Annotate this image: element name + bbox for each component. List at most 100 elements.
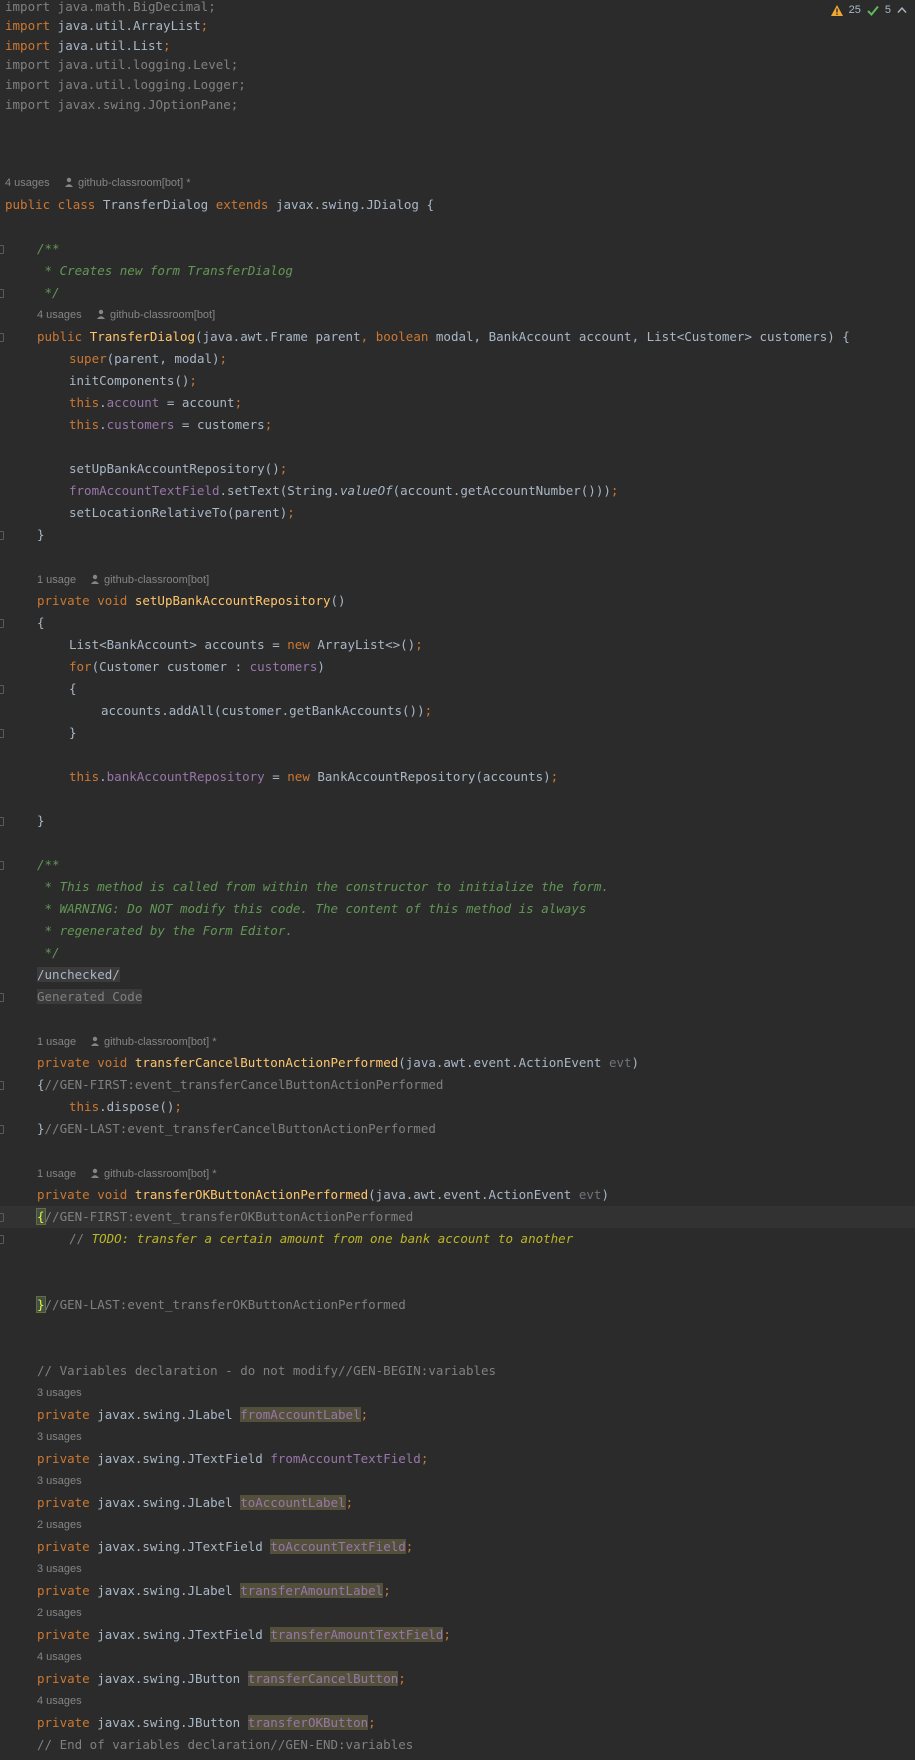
code-line[interactable]: import java.util.logging.Level; [0,54,915,76]
code-line[interactable]: { [0,678,915,700]
code-token: /** [37,857,60,872]
code-line[interactable]: this.customers = customers; [0,414,915,436]
code-line[interactable]: }//GEN-LAST:event_transferOKButtonAction… [0,1294,915,1316]
code-token: ; [360,1407,369,1422]
code-line[interactable]: private javax.swing.JButton transferCanc… [0,1668,915,1690]
code-line[interactable]: this.account = account; [0,392,915,414]
code-line[interactable]: // Variables declaration - do not modify… [0,1360,915,1382]
code-line[interactable]: private javax.swing.JButton transferOKBu… [0,1712,915,1734]
code-token: for(Customer customer : customers) [69,656,325,678]
fold-icon[interactable] [0,1235,4,1244]
code-line[interactable]: import javax.swing.JOptionPane; [0,94,915,116]
code-token: ; [264,417,273,432]
fold-icon[interactable] [0,817,4,826]
code-line[interactable]: private javax.swing.JTextField toAccount… [0,1536,915,1558]
code-line[interactable]: List<BankAccount> accounts = new ArrayLi… [0,634,915,656]
code-vision-hint[interactable]: 1 usage github-classroom[bot] * [0,1166,915,1182]
code-line[interactable]: /** [0,238,915,260]
fold-icon[interactable] [0,685,4,694]
code-line[interactable]: Generated Code [0,986,915,1008]
code-token: transferOKButtonActionPerformed [134,1187,369,1202]
code-line[interactable]: fromAccountTextField.setText(String.valu… [0,480,915,502]
code-line[interactable]: this.dispose(); [0,1096,915,1118]
code-line[interactable]: import java.util.logging.Logger; [0,74,915,96]
fold-icon[interactable] [0,993,4,1002]
code-token: extends [215,197,269,212]
fold-icon[interactable] [0,531,4,540]
fold-icon[interactable] [0,729,4,738]
code-line[interactable]: // TODO: transfer a certain amount from … [0,1228,915,1250]
code-vision-hint[interactable]: 4 usages github-classroom[bot] * [0,175,915,191]
code-line[interactable]: import java.util.ArrayList; [0,15,915,37]
code-token: javax.swing.JButton [89,1715,248,1730]
code-line[interactable]: initComponents(); [0,370,915,392]
code-vision-hint[interactable]: 3 usages [0,1473,915,1489]
code-line[interactable]: */ [0,942,915,964]
code-line[interactable]: } [0,722,915,744]
code-token: ) [631,1055,640,1070]
code-line[interactable]: private javax.swing.JTextField transferA… [0,1624,915,1646]
code-vision-hint[interactable]: 3 usages [0,1429,915,1445]
code-token: java.util.ArrayList [50,18,201,33]
code-vision-hint[interactable]: 4 usages github-classroom[bot] [0,307,915,323]
code-line[interactable]: /unchecked/ [0,964,915,986]
fold-icon[interactable] [0,1125,4,1134]
code-line[interactable]: private void setUpBankAccountRepository(… [0,590,915,612]
code-line[interactable]: private javax.swing.JTextField fromAccou… [0,1448,915,1470]
fold-icon[interactable] [0,245,4,254]
code-line[interactable]: this.bankAccountRepository = new BankAcc… [0,766,915,788]
code-line[interactable]: } [0,810,915,832]
code-token: transferAmountTextField [270,1627,444,1642]
folded-region[interactable]: Generated Code [37,989,143,1004]
code-token: private javax.swing.JLabel fromAccountLa… [37,1404,368,1426]
code-line[interactable]: // End of variables declaration//GEN-END… [0,1734,915,1756]
code-token: private [37,1583,90,1598]
code-line[interactable]: * regenerated by the Form Editor. [0,920,915,942]
code-token: ; [219,351,228,366]
code-line[interactable]: private javax.swing.JLabel fromAccountLa… [0,1404,915,1426]
code-vision-hint[interactable]: 3 usages [0,1561,915,1577]
code-line[interactable]: super(parent, modal); [0,348,915,370]
code-line[interactable]: */ [0,282,915,304]
code-line[interactable]: setUpBankAccountRepository(); [0,458,915,480]
code-line[interactable]: private javax.swing.JLabel transferAmoun… [0,1580,915,1602]
code-vision-hint[interactable]: 3 usages [0,1385,915,1401]
code-line[interactable]: public TransferDialog(java.awt.Frame par… [0,326,915,348]
fold-icon[interactable] [0,1213,4,1222]
code-line[interactable]: accounts.addAll(customer.getBankAccounts… [0,700,915,722]
code-line[interactable]: } [0,524,915,546]
fold-icon[interactable] [0,861,4,870]
code-line[interactable]: private javax.swing.JLabel toAccountLabe… [0,1492,915,1514]
code-token: , List<Customer> customers) { [631,329,850,344]
code-editor[interactable]: 25 5 import java.math.BigDecimal; import… [0,0,915,1760]
code-token: .dispose() [99,1099,175,1114]
code-line[interactable]: /** [0,854,915,876]
code-line[interactable]: private void transferCancelButtonActionP… [0,1052,915,1074]
folded-region[interactable]: /unchecked/ [37,967,120,982]
fold-icon[interactable] [0,333,4,342]
code-line[interactable]: }//GEN-LAST:event_transferCancelButtonAc… [0,1118,915,1140]
code-line[interactable]: * This method is called from within the … [0,876,915,898]
current-line[interactable]: {//GEN-FIRST:event_transferOKButtonActio… [0,1206,915,1228]
code-line[interactable]: setLocationRelativeTo(parent); [0,502,915,524]
code-token: accounts.addAll(customer.getBankAccounts… [101,703,425,718]
code-token: .setText(String. [219,483,340,498]
code-token: this.bankAccountRepository = new BankAcc… [69,766,558,788]
code-line[interactable]: * WARNING: Do NOT modify this code. The … [0,898,915,920]
code-line[interactable]: { [0,612,915,634]
code-vision-hint[interactable]: 4 usages [0,1649,915,1665]
code-line[interactable]: private void transferOKButtonActionPerfo… [0,1184,915,1206]
code-vision-hint[interactable]: 1 usage github-classroom[bot] * [0,1034,915,1050]
fold-icon[interactable] [0,289,4,298]
code-line[interactable]: * Creates new form TransferDialog [0,260,915,282]
code-vision-hint[interactable]: 2 usages [0,1517,915,1533]
code-vision-hint[interactable]: 2 usages [0,1605,915,1621]
code-line[interactable]: for(Customer customer : customers) [0,656,915,678]
code-line[interactable]: {//GEN-FIRST:event_transferCancelButtonA… [0,1074,915,1096]
code-line[interactable]: public class TransferDialog extends java… [0,194,915,216]
code-vision-hint[interactable]: 1 usage github-classroom[bot] [0,572,915,588]
code-token: customers [249,659,318,674]
code-vision-hint[interactable]: 4 usages [0,1693,915,1709]
fold-icon[interactable] [0,1081,4,1090]
fold-icon[interactable] [0,619,4,628]
